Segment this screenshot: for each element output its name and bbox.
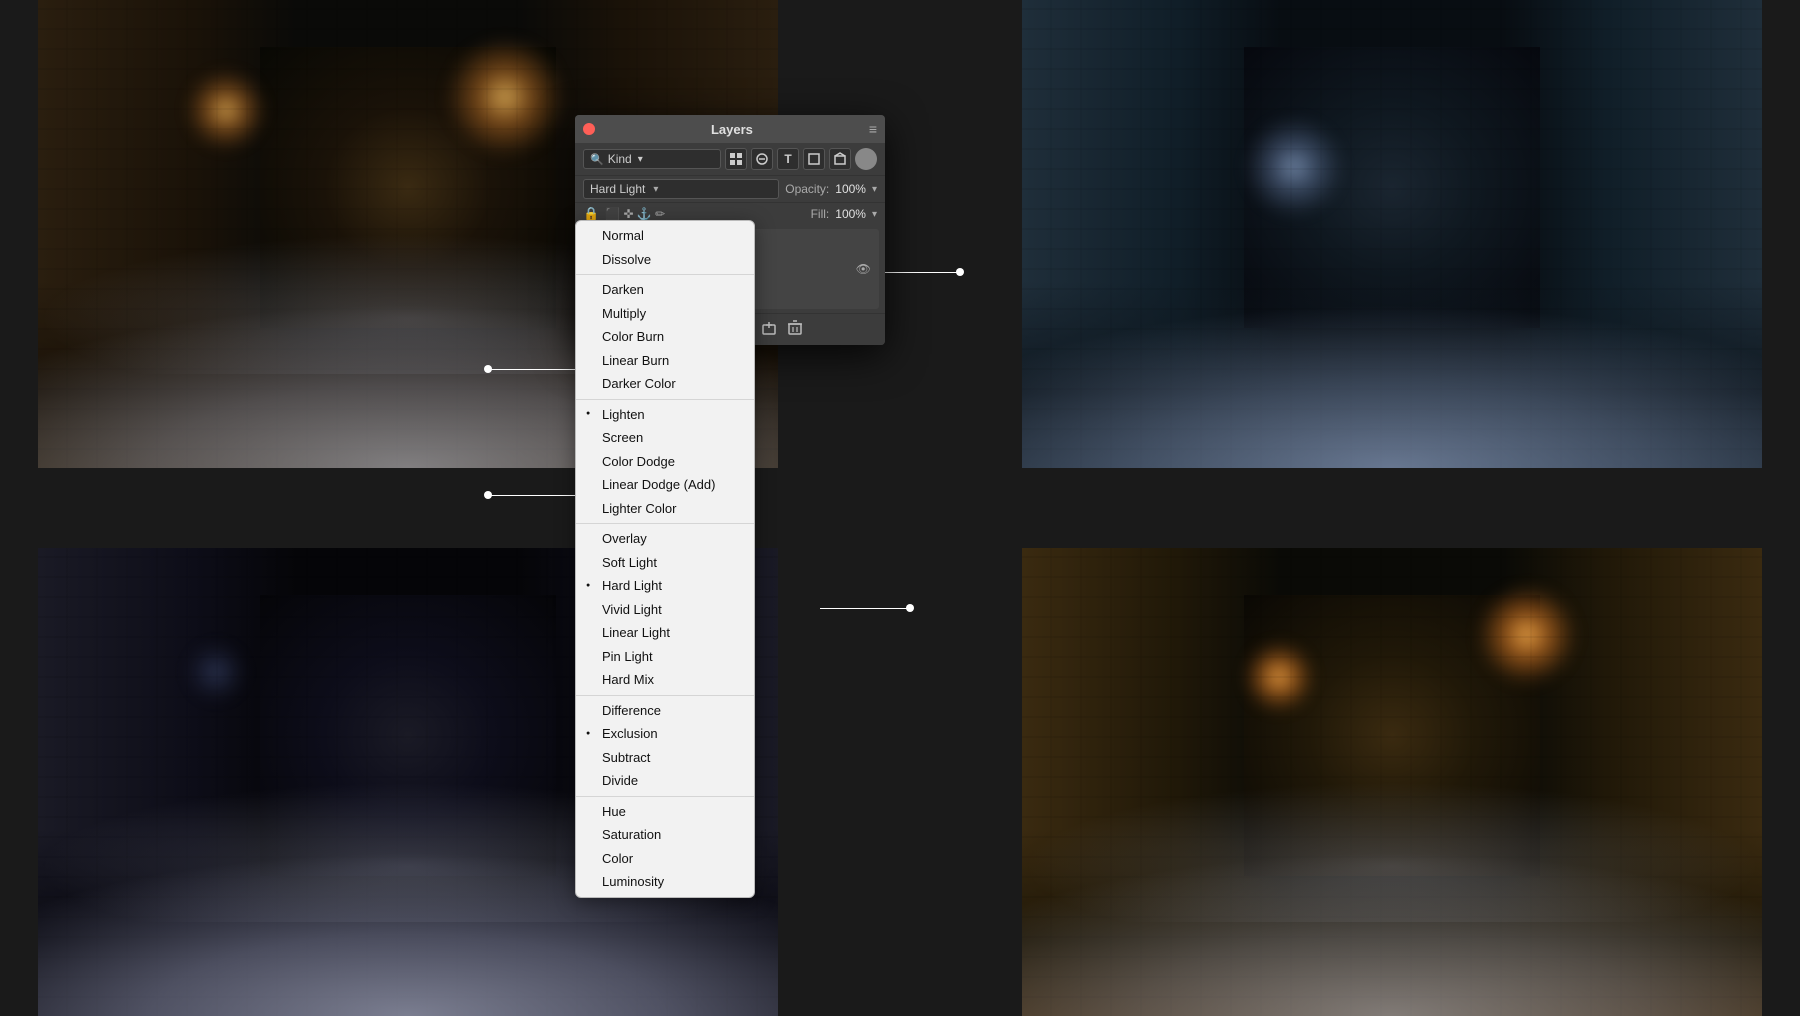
blend-mode-divide[interactable]: Divide [576, 769, 754, 793]
smartobject-layer-filter[interactable] [829, 148, 851, 170]
layer-visibility-eye[interactable]: 👁 [856, 262, 871, 276]
blend-mode-dissolve[interactable]: Dissolve [576, 248, 754, 272]
fill-value[interactable]: 100% [835, 207, 866, 221]
delete-layer-button[interactable] [787, 320, 803, 339]
blend-mode-multiply[interactable]: Multiply [576, 302, 754, 326]
blend-mode-saturation[interactable]: Saturation [576, 823, 754, 847]
blend-mode-exclusion[interactable]: Exclusion [576, 722, 754, 746]
blend-mode-color-dodge[interactable]: Color Dodge [576, 450, 754, 474]
blend-mode-hard-light[interactable]: Hard Light [576, 574, 754, 598]
blend-mode-linear-dodge[interactable]: Linear Dodge (Add) [576, 473, 754, 497]
blend-mode-color[interactable]: Color [576, 847, 754, 871]
fill-chevron[interactable]: ▾ [872, 209, 877, 220]
blend-mode-overlay[interactable]: Overlay [576, 527, 754, 551]
blend-mode-difference[interactable]: Difference [576, 699, 754, 723]
lock-options: ⬛ ✜ ⚓ ✏ [605, 207, 804, 221]
blend-mode-screen[interactable]: Screen [576, 426, 754, 450]
filter-toggle-button[interactable] [855, 148, 877, 170]
pixel-layer-filter[interactable] [725, 148, 747, 170]
contrast-section: Overlay Soft Light Hard Light Vivid Ligh… [576, 524, 754, 696]
blend-mode-luminosity[interactable]: Luminosity [576, 870, 754, 894]
type-layer-filter[interactable]: T [777, 148, 799, 170]
opacity-value[interactable]: 100% [835, 182, 866, 196]
blend-mode-hard-mix[interactable]: Hard Mix [576, 668, 754, 692]
blend-mode-lighten[interactable]: Lighten [576, 403, 754, 427]
blend-mode-color-burn[interactable]: Color Burn [576, 325, 754, 349]
blend-mode-dropdown: Normal Dissolve Darken Multiply Color Bu… [575, 220, 755, 898]
create-layer-button[interactable] [761, 320, 777, 339]
kind-filter-select[interactable]: 🔍 Kind ▾ [583, 149, 721, 169]
normal-section: Normal Dissolve [576, 221, 754, 275]
blend-mode-pin-light[interactable]: Pin Light [576, 645, 754, 669]
color-section: Hue Saturation Color Luminosity [576, 797, 754, 897]
blend-mode-subtract[interactable]: Subtract [576, 746, 754, 770]
opacity-label: Opacity: [785, 182, 829, 196]
fill-label: Fill: [811, 207, 830, 221]
blend-mode-darken[interactable]: Darken [576, 278, 754, 302]
blend-mode-linear-burn[interactable]: Linear Burn [576, 349, 754, 373]
adjustment-layer-filter[interactable] [751, 148, 773, 170]
panel-title: Layers [595, 122, 869, 137]
blend-mode-select[interactable]: Hard Light ▾ [583, 179, 779, 199]
lighten-section: Lighten Screen Color Dodge Linear Dodge … [576, 400, 754, 525]
blend-mode-soft-light[interactable]: Soft Light [576, 551, 754, 575]
blend-mode-vivid-light[interactable]: Vivid Light [576, 598, 754, 622]
darken-section: Darken Multiply Color Burn Linear Burn D… [576, 275, 754, 400]
blend-mode-darker-color[interactable]: Darker Color [576, 372, 754, 396]
panel-titlebar: × Layers ≡ [575, 115, 885, 143]
opacity-chevron[interactable]: ▾ [872, 184, 877, 195]
panel-close-button[interactable]: × [583, 123, 595, 135]
blend-mode-normal[interactable]: Normal [576, 224, 754, 248]
inversion-section: Difference Exclusion Subtract Divide [576, 696, 754, 797]
panel-menu-button[interactable]: ≡ [869, 122, 877, 136]
mode-opacity-row: Hard Light ▾ Opacity: 100% ▾ [575, 175, 885, 202]
blend-mode-hue[interactable]: Hue [576, 800, 754, 824]
blend-mode-lighter-color[interactable]: Lighter Color [576, 497, 754, 521]
blend-mode-linear-light[interactable]: Linear Light [576, 621, 754, 645]
shape-layer-filter[interactable] [803, 148, 825, 170]
filter-toolbar: 🔍 Kind ▾ T [575, 143, 885, 175]
